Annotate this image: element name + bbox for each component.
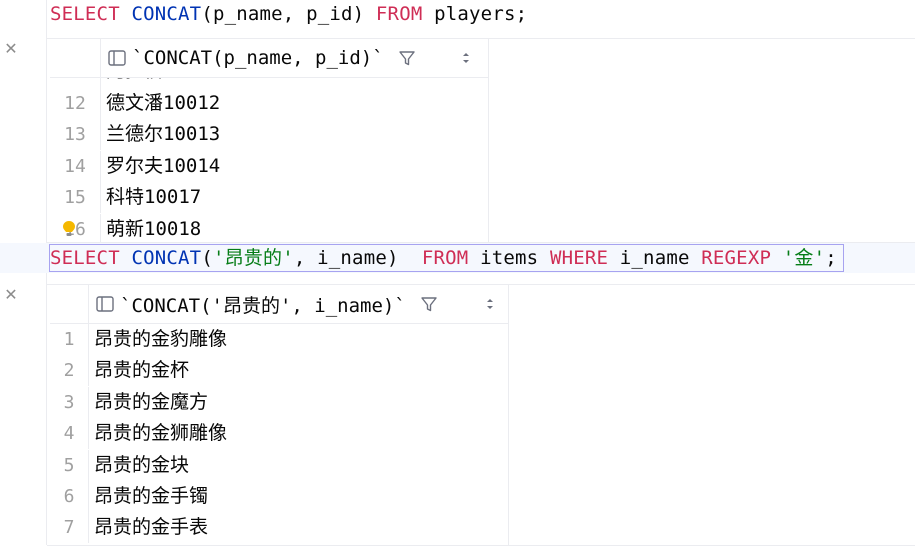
table-cell[interactable]: 昂贵的金手镯 bbox=[94, 481, 208, 512]
sql-token: SELECT bbox=[50, 3, 120, 25]
row-number: 12 bbox=[50, 88, 101, 119]
table-row[interactable]: 16 萌新10018 bbox=[50, 213, 488, 242]
sql-token: CONCAT bbox=[131, 3, 202, 25]
table-row[interactable]: 6 昂贵的金手镯 bbox=[50, 480, 508, 512]
table-row[interactable]: 13 兰德尔10013 bbox=[50, 119, 488, 151]
column-icon bbox=[96, 296, 114, 312]
table-cell[interactable]: 罗尔夫10014 bbox=[106, 151, 220, 182]
table-cell[interactable]: 昂贵的金魔方 bbox=[94, 387, 208, 418]
row-number: 2 bbox=[50, 355, 89, 387]
row-number bbox=[50, 78, 101, 88]
column-header-title: `CONCAT('昂贵的', i_name)` bbox=[120, 294, 406, 317]
sql-token: items bbox=[468, 247, 550, 269]
table-row[interactable]: 4 昂贵的金狮雕像 bbox=[50, 418, 508, 450]
row-number-header bbox=[50, 285, 89, 323]
sort-icon[interactable] bbox=[461, 51, 471, 65]
sql-token: ( bbox=[201, 247, 213, 269]
sql-token: WHERE bbox=[549, 247, 609, 269]
sql-query-line-2[interactable]: SELECT CONCAT('昂贵的', i_name) FROM items … bbox=[50, 244, 837, 272]
table-cell[interactable]: 科特10017 bbox=[106, 182, 201, 213]
result-table-2: `CONCAT('昂贵的', i_name)` 1 昂贵的金豹雕像 2 昂贵的金杯 3 昂… bbox=[50, 285, 509, 545]
result-table-1-header: `CONCAT(p_name, p_id)` bbox=[50, 39, 488, 78]
row-number-header bbox=[50, 39, 101, 77]
sql-token: '昂贵的' bbox=[212, 247, 294, 269]
table-cell[interactable]: 兰德尔10013 bbox=[106, 119, 220, 150]
table-row[interactable]: 1 昂贵的金豹雕像 bbox=[50, 324, 508, 355]
sql-query-line-1[interactable]: SELECT CONCAT(p_name, p_id) FROM players… bbox=[50, 0, 527, 28]
sql-token: ; bbox=[825, 247, 837, 269]
table-row[interactable]: 14 罗尔夫10014 bbox=[50, 150, 488, 182]
table-cell[interactable]: 昂贵的金狮雕像 bbox=[94, 418, 227, 449]
table-cell[interactable]: 昂贵的金块 bbox=[94, 450, 189, 481]
lightbulb-icon[interactable] bbox=[62, 220, 76, 238]
table-row-partial: 阿拉伯10011 bbox=[50, 78, 488, 88]
result-panel-1: `CONCAT(p_name, p_id)` 阿拉伯10011 12德文潘100… bbox=[47, 38, 915, 243]
row-number: 13 bbox=[50, 119, 101, 151]
sql-token: (p_name, p_id) bbox=[201, 3, 376, 25]
result-panel-2: `CONCAT('昂贵的', i_name)` 1 昂贵的金豹雕像 2 昂贵的金杯 3 昂… bbox=[47, 284, 915, 546]
row-number: 7 bbox=[50, 512, 89, 544]
sort-icon[interactable] bbox=[485, 297, 495, 311]
row-number: 1 bbox=[50, 324, 89, 355]
sql-token: players; bbox=[422, 3, 528, 25]
result-table-1-body: 阿拉伯10011 12德文潘1001213兰德尔1001314罗尔夫100141… bbox=[50, 78, 488, 242]
row-number: 6 bbox=[50, 480, 89, 512]
row-number: 14 bbox=[50, 150, 101, 182]
sql-token: FROM bbox=[421, 247, 469, 269]
table-row[interactable]: 12 德文潘10012 bbox=[50, 88, 488, 119]
table-row[interactable]: 3 昂贵的金魔方 bbox=[50, 386, 508, 418]
table-cell[interactable]: 萌新10018 bbox=[106, 214, 201, 242]
column-header[interactable]: `CONCAT('昂贵的', i_name)` bbox=[96, 285, 438, 323]
table-cell[interactable]: 昂贵的金豹雕像 bbox=[94, 324, 227, 355]
result-table-2-body: 1 昂贵的金豹雕像 2 昂贵的金杯 3 昂贵的金魔方 4 昂贵的金狮雕像 5 昂贵的金块 6 昂贵的金… bbox=[50, 324, 508, 545]
filter-icon[interactable] bbox=[420, 295, 438, 313]
table-cell[interactable]: 阿拉伯10011 bbox=[106, 78, 220, 87]
close-result-1-icon[interactable]: ✕ bbox=[4, 41, 18, 57]
filter-icon[interactable] bbox=[398, 49, 416, 67]
result-table-2-header: `CONCAT('昂贵的', i_name)` bbox=[50, 285, 508, 324]
close-result-2-icon[interactable]: ✕ bbox=[4, 287, 18, 303]
table-row[interactable]: 5 昂贵的金块 bbox=[50, 449, 508, 481]
table-cell[interactable]: 昂贵的金手表 bbox=[94, 512, 208, 543]
sql-token: REGEXP bbox=[701, 247, 772, 269]
row-number: 4 bbox=[50, 418, 89, 450]
sql-token: '金' bbox=[782, 247, 826, 269]
table-cell[interactable]: 昂贵的金杯 bbox=[94, 355, 189, 386]
sql-token: i_name bbox=[608, 247, 702, 269]
table-cell[interactable]: 德文潘10012 bbox=[106, 88, 220, 119]
column-icon bbox=[108, 50, 126, 66]
sql-token: SELECT bbox=[50, 247, 120, 269]
row-number: 3 bbox=[50, 386, 89, 418]
row-number: 5 bbox=[50, 449, 89, 481]
table-row[interactable]: 2 昂贵的金杯 bbox=[50, 355, 508, 387]
sql-token: FROM bbox=[375, 3, 423, 25]
row-number: 15 bbox=[50, 182, 101, 214]
sql-token: CONCAT bbox=[131, 247, 202, 269]
column-header-title: `CONCAT(p_name, p_id)` bbox=[132, 47, 384, 69]
column-header[interactable]: `CONCAT(p_name, p_id)` bbox=[108, 39, 416, 77]
table-row[interactable]: 7 昂贵的金手表 bbox=[50, 512, 508, 544]
table-row[interactable]: 15 科特10017 bbox=[50, 182, 488, 214]
result-table-1: `CONCAT(p_name, p_id)` 阿拉伯10011 12德文潘100… bbox=[50, 39, 489, 242]
sql-token: , i_name) bbox=[293, 247, 422, 269]
